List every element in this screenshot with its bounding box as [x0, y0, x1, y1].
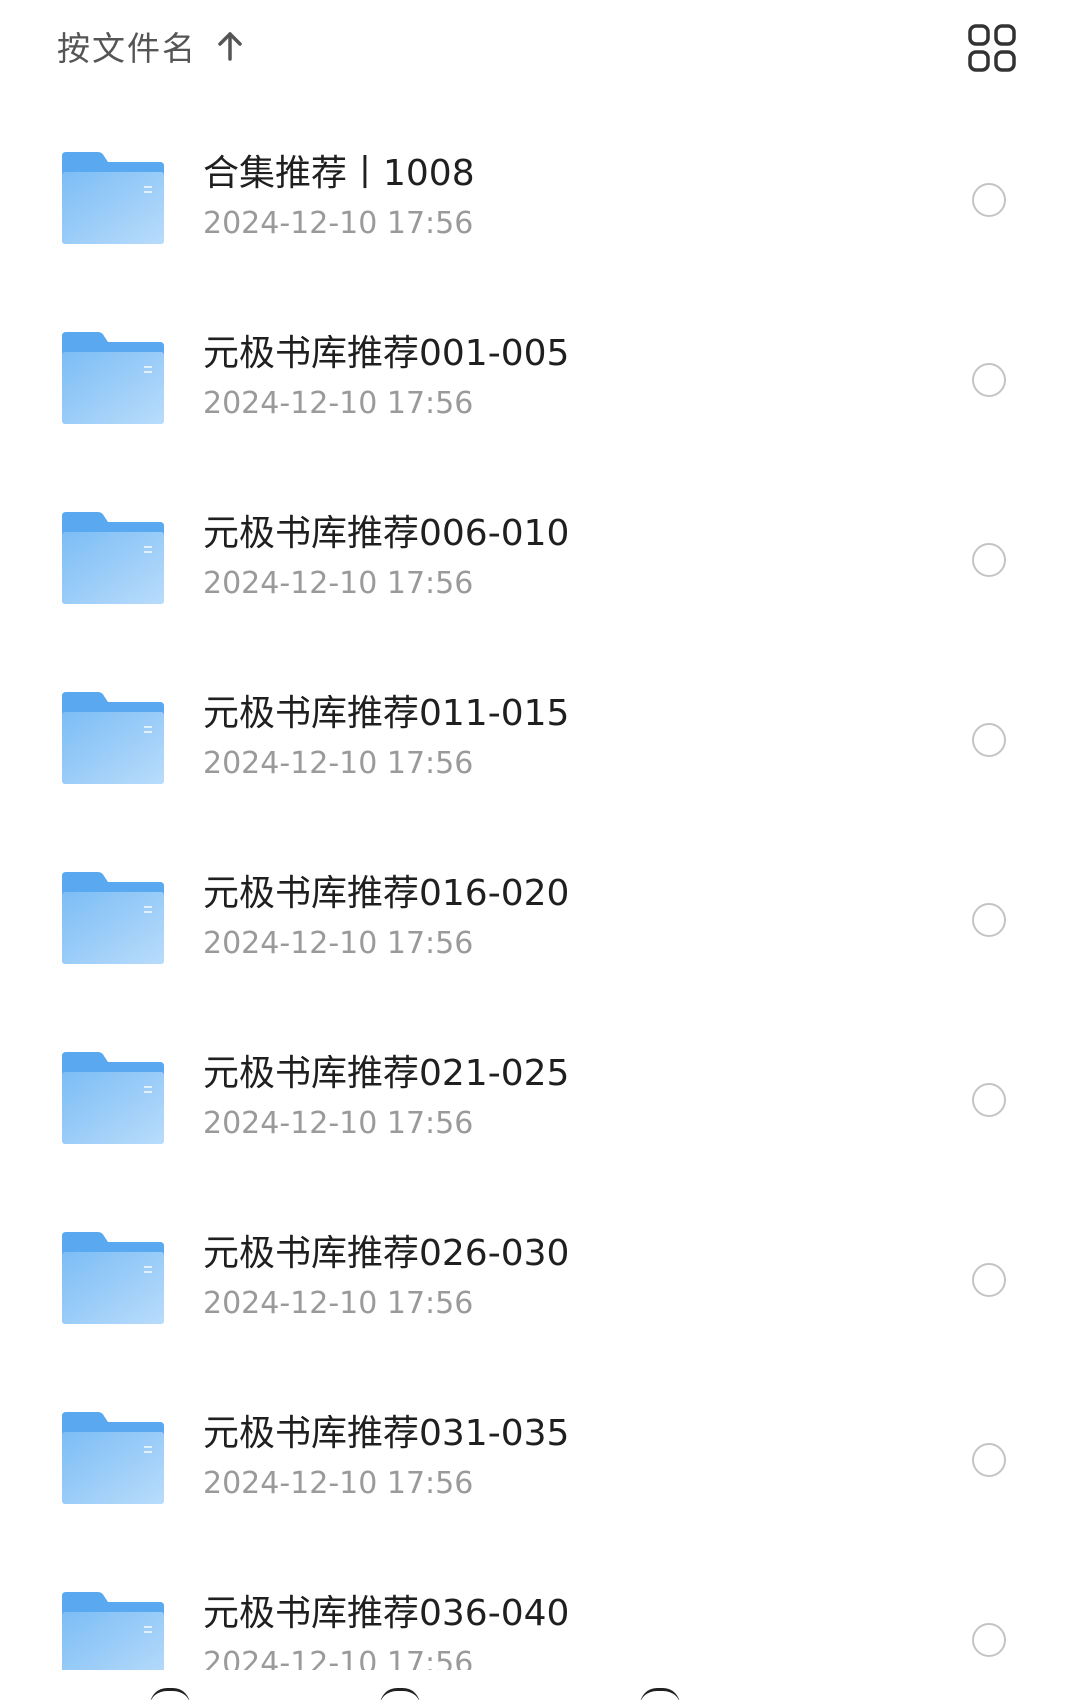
list-item[interactable]: 元极书库推荐026-030 2024-12-10 17:56 [0, 1188, 1080, 1368]
list-item[interactable]: 元极书库推荐031-035 2024-12-10 17:56 [0, 1368, 1080, 1548]
file-date: 2024-12-10 17:56 [203, 746, 474, 781]
file-name: 合集推荐丨1008 [203, 153, 475, 194]
file-name: 元极书库推荐016-020 [203, 873, 570, 914]
select-radio[interactable] [972, 1083, 1006, 1117]
file-name: 元极书库推荐011-015 [203, 693, 570, 734]
file-list: 合集推荐丨1008 2024-12-10 17:56 元极书库推荐001-005… [0, 108, 1080, 1700]
sort-label: 按文件名 [57, 29, 197, 68]
file-name: 元极书库推荐006-010 [203, 513, 570, 554]
file-name: 元极书库推荐036-040 [203, 1593, 570, 1634]
folder-icon [62, 152, 164, 244]
file-date: 2024-12-10 17:56 [203, 1106, 474, 1141]
folder-icon [62, 1052, 164, 1144]
folder-icon [62, 332, 164, 424]
folder-icon [62, 1412, 164, 1504]
file-name: 元极书库推荐031-035 [203, 1413, 570, 1454]
select-radio[interactable] [972, 543, 1006, 577]
select-radio[interactable] [972, 183, 1006, 217]
file-date: 2024-12-10 17:56 [203, 926, 474, 961]
select-radio[interactable] [972, 1443, 1006, 1477]
sort-by-name-button[interactable]: 按文件名 [57, 18, 247, 74]
list-item[interactable]: 元极书库推荐016-020 2024-12-10 17:56 [0, 828, 1080, 1008]
file-date: 2024-12-10 17:56 [203, 386, 474, 421]
list-item[interactable]: 元极书库推荐021-025 2024-12-10 17:56 [0, 1008, 1080, 1188]
file-date: 2024-12-10 17:56 [203, 566, 474, 601]
arrow-up-icon [218, 32, 242, 61]
folder-icon [62, 1232, 164, 1324]
file-date: 2024-12-10 17:56 [203, 1286, 474, 1321]
select-radio[interactable] [972, 723, 1006, 757]
select-radio[interactable] [972, 903, 1006, 937]
select-radio[interactable] [972, 1623, 1006, 1657]
file-date: 2024-12-10 17:56 [203, 1466, 474, 1501]
file-name: 元极书库推荐026-030 [203, 1233, 570, 1274]
file-date: 2024-12-10 17:56 [203, 206, 474, 241]
list-item[interactable]: 元极书库推荐001-005 2024-12-10 17:56 [0, 288, 1080, 468]
list-item[interactable]: 元极书库推荐006-010 2024-12-10 17:56 [0, 468, 1080, 648]
select-radio[interactable] [972, 363, 1006, 397]
sort-bar: 按文件名 [0, 0, 1080, 112]
file-name: 元极书库推荐021-025 [203, 1053, 570, 1094]
folder-icon [62, 692, 164, 784]
folder-icon [62, 512, 164, 604]
file-name: 元极书库推荐001-005 [203, 333, 570, 374]
file-browser-screen: 按文件名 合集推荐丨1008 2024-12-10 17:56 元极书库推荐00… [0, 0, 1080, 1700]
list-item[interactable]: 元极书库推荐011-015 2024-12-10 17:56 [0, 648, 1080, 828]
folder-icon [62, 872, 164, 964]
select-radio[interactable] [972, 1263, 1006, 1297]
list-item[interactable]: 合集推荐丨1008 2024-12-10 17:56 [0, 108, 1080, 288]
grid-view-icon[interactable] [964, 20, 1020, 76]
